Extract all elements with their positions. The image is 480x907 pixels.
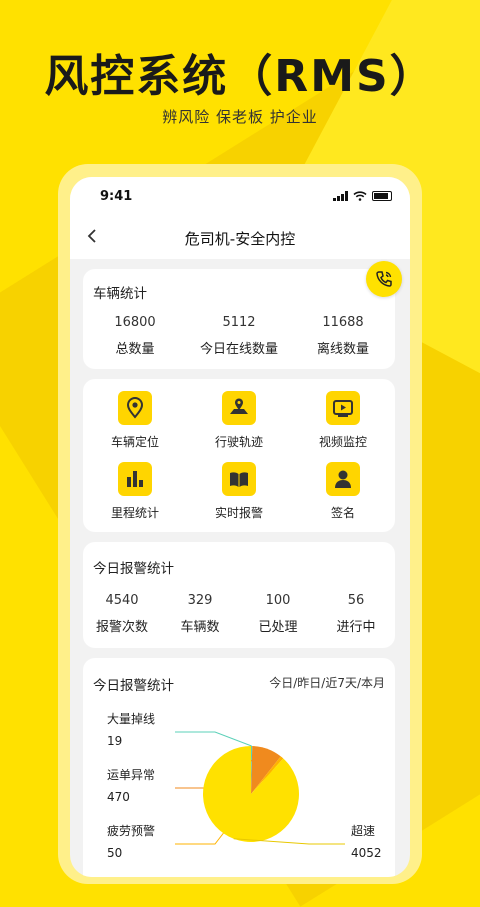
stat-label: 车辆数 [180, 620, 220, 635]
function-label: 视频监控 [318, 435, 367, 449]
stat-value: 56 [347, 593, 365, 608]
hero-title: 风控系统（RMS） [44, 51, 436, 102]
chevron-left-icon[interactable] [86, 226, 98, 250]
status-time: 9:41 [100, 189, 133, 204]
person-icon [326, 462, 360, 496]
function-label: 行驶轨迹 [214, 435, 263, 449]
function-grid-card: 车辆定位 行驶轨迹 视频监控 里程统计 实时报警 签名 [83, 379, 395, 532]
phone-call-button[interactable] [366, 261, 402, 297]
stat-value: 4540 [105, 593, 139, 608]
phone-call-icon [376, 271, 392, 287]
stat-label: 总数量 [115, 342, 155, 357]
stat-label: 离线数量 [316, 342, 369, 357]
stat-processed: 100 已处理 [239, 593, 317, 635]
video-play-icon [326, 391, 360, 425]
stat-label: 已处理 [258, 620, 298, 635]
pie-leader-line [175, 731, 252, 747]
bar-chart-icon [118, 462, 152, 496]
alarm-chart-card: 今日报警统计 今日/昨日/近7天/本月 大量掉线 19 运单异常 470 疲劳预… [83, 658, 395, 877]
hero-subtitle: 辨风险 保老板 护企业 [162, 108, 318, 126]
stat-total: 16800 总数量 [83, 315, 187, 357]
pie-label-fatigue-warning: 疲劳预警 50 [107, 820, 155, 864]
slice-name: 运单异常 [107, 768, 156, 782]
function-label: 签名 [330, 506, 355, 520]
function-driving-track[interactable]: 行驶轨迹 [187, 391, 291, 450]
vehicle-stats-row: 16800 总数量 5112 今日在线数量 11688 离线数量 [83, 315, 395, 357]
function-label: 实时报警 [214, 506, 263, 520]
function-mileage-stats[interactable]: 里程统计 [83, 462, 187, 521]
stat-value: 11688 [322, 315, 364, 330]
stat-alarm-count: 4540 报警次数 [83, 593, 161, 635]
alarm-stats-card: 今日报警统计 4540 报警次数 329 车辆数 100 已处理 56 进行中 [83, 542, 395, 648]
stat-value: 5112 [222, 315, 256, 330]
function-signature[interactable]: 签名 [291, 462, 395, 521]
slice-name: 疲劳预警 [107, 824, 156, 838]
stat-online: 5112 今日在线数量 [187, 315, 291, 357]
pie-label-speeding: 超速 4052 [351, 820, 382, 864]
pie-slice [203, 746, 299, 842]
pie-label-mass-offline: 大量掉线 19 [107, 708, 155, 752]
slice-name: 超速 [351, 824, 376, 838]
function-realtime-alarm[interactable]: 实时报警 [187, 462, 291, 521]
nav-bar: 危司机-安全内控 [70, 217, 410, 259]
stat-value: 100 [265, 593, 291, 608]
slice-value: 50 [107, 846, 123, 860]
stat-value: 16800 [114, 315, 156, 330]
stat-vehicle-count: 329 车辆数 [161, 593, 239, 635]
location-pin-icon [118, 391, 152, 425]
map-route-icon [222, 391, 256, 425]
battery-icon [372, 191, 392, 201]
phone-screen: 9:41 危司机-安全内控 车辆统计 16800 总数量 5112 今日在线数量… [70, 177, 410, 877]
function-grid: 车辆定位 行驶轨迹 视频监控 里程统计 实时报警 签名 [83, 391, 395, 521]
slice-name: 大量掉线 [107, 712, 156, 726]
slice-value: 19 [107, 734, 123, 748]
card-title: 今日报警统计 [93, 561, 174, 577]
vehicle-stats-card: 车辆统计 16800 总数量 5112 今日在线数量 11688 离线数量 [83, 269, 395, 369]
function-video-monitor[interactable]: 视频监控 [291, 391, 395, 450]
stat-value: 329 [187, 593, 213, 608]
slice-value: 470 [107, 790, 130, 804]
function-vehicle-location[interactable]: 车辆定位 [83, 391, 187, 450]
card-title: 车辆统计 [93, 286, 147, 302]
slice-value: 4052 [351, 846, 382, 860]
signal-icon [333, 191, 348, 201]
nav-title: 危司机-安全内控 [184, 229, 296, 248]
status-icons [333, 191, 392, 201]
function-label: 车辆定位 [110, 435, 159, 449]
stat-label: 进行中 [336, 620, 376, 635]
book-icon [222, 462, 256, 496]
stat-label: 今日在线数量 [199, 342, 278, 357]
function-label: 里程统计 [110, 506, 159, 520]
pie-label-waybill-abnormal: 运单异常 470 [107, 764, 155, 808]
stat-label: 报警次数 [95, 620, 148, 635]
stat-in-progress: 56 进行中 [317, 593, 395, 635]
alarm-stats-row: 4540 报警次数 329 车辆数 100 已处理 56 进行中 [83, 593, 395, 635]
stat-offline: 11688 离线数量 [291, 315, 395, 357]
status-bar: 9:41 [70, 177, 410, 217]
wifi-icon [353, 191, 367, 201]
